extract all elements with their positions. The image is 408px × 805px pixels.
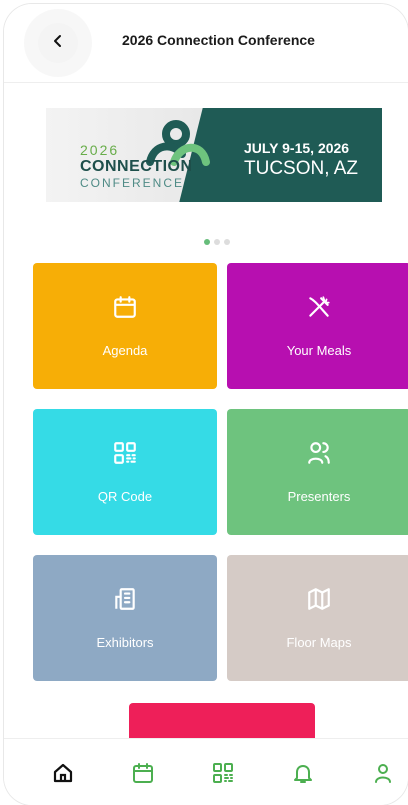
banner-year: 2026	[80, 142, 120, 158]
bottom-tab-bar	[4, 738, 408, 805]
building-icon	[112, 586, 138, 617]
carousel-dot-1[interactable]	[204, 239, 210, 245]
tile-exhibitors[interactable]: Exhibitors	[33, 555, 217, 681]
tab-profile[interactable]	[369, 761, 397, 789]
banner-brand-line1: CONNECTION	[80, 158, 193, 175]
tile-presenters-label: Presenters	[287, 489, 351, 504]
carousel-dot-3[interactable]	[224, 239, 230, 245]
calendar-icon	[112, 294, 138, 325]
home-icon	[51, 761, 75, 790]
banner-location: TUCSON, AZ	[244, 158, 359, 179]
page-title: 2026 Connection Conference	[122, 32, 315, 48]
utensils-icon	[306, 294, 332, 325]
app-screen: 2026 Connection Conference 2026 CONNECTI…	[4, 4, 408, 805]
tile-qr-code-label: QR Code	[97, 489, 153, 504]
calendar-icon	[131, 761, 155, 790]
tab-notifications[interactable]	[289, 761, 317, 789]
tile-floor-maps-label: Floor Maps	[286, 635, 352, 650]
banner-dates: JULY 9-15, 2026	[244, 140, 350, 156]
people-icon	[306, 440, 332, 471]
tile-qr-code[interactable]: QR Code	[33, 409, 217, 535]
header-divider	[4, 82, 408, 83]
tab-home[interactable]	[49, 761, 77, 789]
tile-agenda-label: Agenda	[102, 343, 148, 358]
banner-brand-line2: CONFERENCE	[80, 176, 185, 190]
carousel-indicator	[204, 239, 230, 245]
map-icon	[306, 586, 332, 617]
carousel-dot-2[interactable]	[214, 239, 220, 245]
qr-code-icon	[211, 761, 235, 790]
bell-icon	[291, 761, 315, 790]
qr-code-icon	[112, 440, 138, 471]
back-button[interactable]	[38, 23, 78, 63]
tile-your-meals[interactable]: Your Meals	[227, 263, 408, 389]
chevron-left-icon	[50, 33, 66, 54]
header: 2026 Connection Conference	[4, 4, 408, 80]
tile-your-meals-label: Your Meals	[286, 343, 352, 358]
tile-presenters[interactable]: Presenters	[227, 409, 408, 535]
person-icon	[371, 761, 395, 790]
conference-banner[interactable]: 2026 CONNECTION CONFERENCE JULY 9-15, 20…	[46, 108, 382, 202]
tab-agenda[interactable]	[129, 761, 157, 789]
tile-exhibitors-label: Exhibitors	[96, 635, 154, 650]
tab-qr-code[interactable]	[209, 761, 237, 789]
tile-floor-maps[interactable]: Floor Maps	[227, 555, 408, 681]
tile-agenda[interactable]: Agenda	[33, 263, 217, 389]
